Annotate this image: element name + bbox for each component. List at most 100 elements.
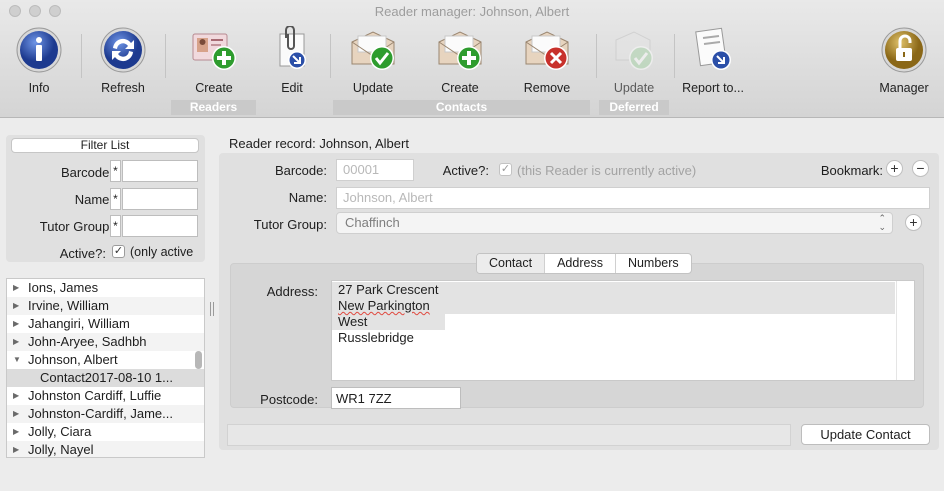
update-contact-button-main[interactable]: Update Contact <box>801 424 930 445</box>
envelope-add-icon <box>436 26 484 74</box>
disclosure-closed-icon[interactable]: ▶ <box>13 387 19 405</box>
report-document-icon <box>689 26 737 74</box>
list-scrollbar[interactable] <box>195 351 202 369</box>
reader-list-item[interactable]: ▶ Irvine, William <box>7 297 204 315</box>
window-toolbar-area: Reader manager: Johnson, Albert Info Ref… <box>0 0 944 118</box>
active-text: (this Reader is currently active) <box>517 163 697 178</box>
barcode-field[interactable]: 00001 <box>336 159 414 181</box>
list-item-label: Ions, James <box>28 280 99 295</box>
refresh-icon <box>99 26 147 74</box>
name-label: Name: <box>288 190 327 205</box>
contact-list-item[interactable]: Contact2017-08-10 1... <box>7 369 204 387</box>
bookmark-add-button[interactable]: + <box>886 160 903 177</box>
reader-list-item[interactable]: ▶ Jolly, Nayel <box>7 441 204 457</box>
filter-list-button[interactable]: Filter List <box>11 138 199 153</box>
filter-panel: Filter List Barcode: * Name: * Tutor Gro… <box>6 135 205 262</box>
filter-tutor-input[interactable] <box>122 215 198 237</box>
disclosure-closed-icon[interactable]: ▶ <box>13 315 19 333</box>
list-item-label: Irvine, William <box>28 298 109 313</box>
postcode-field[interactable]: WR1 7ZZ <box>331 387 461 409</box>
info-icon <box>15 26 63 74</box>
list-item-label: Jolly, Ciara <box>28 424 92 439</box>
address-textarea[interactable]: 27 Park Crescent New Parkington West Rus… <box>331 280 915 381</box>
disabled-check-icon <box>610 26 658 74</box>
address-scrollbar[interactable] <box>896 281 914 380</box>
list-item-label: Contact2017-08-10 1... <box>40 370 173 385</box>
tab-address[interactable]: Address <box>544 254 615 273</box>
disclosure-open-icon[interactable]: ▼ <box>13 351 21 369</box>
unlock-icon <box>880 26 928 74</box>
tab-contact[interactable]: Contact <box>477 254 545 273</box>
disclosure-closed-icon[interactable]: ▶ <box>13 333 19 351</box>
address-line: New Parkington <box>332 298 895 314</box>
filter-barcode-wildcard: * <box>110 160 121 182</box>
record-heading: Reader record: Johnson, Albert <box>229 136 409 151</box>
reader-list-item[interactable]: ▼ Johnson, Albert <box>7 351 204 369</box>
reader-list-item[interactable]: ▶ Ions, James <box>7 279 204 297</box>
deferred-group-label: Deferred <box>599 100 669 115</box>
reader-list-item[interactable]: ▶ Johnston-Cardiff, Jame... <box>7 405 204 423</box>
list-item-label: Jolly, Nayel <box>28 442 94 457</box>
envelope-remove-icon <box>523 26 571 74</box>
name-field[interactable]: Johnson, Albert <box>336 187 930 209</box>
id-card-add-icon <box>190 26 238 74</box>
title-bar: Reader manager: Johnson, Albert <box>0 0 944 22</box>
reader-list[interactable]: ▶ Ions, James ▶ Irvine, William ▶ Jahangiri, … <box>6 278 205 458</box>
filter-active-checkbox[interactable]: ✓ <box>112 245 125 258</box>
create-contact-button[interactable]: Create <box>420 26 500 96</box>
status-bar <box>227 424 791 446</box>
address-label: Address: <box>266 284 318 299</box>
filter-active-label: Active?: <box>59 246 106 261</box>
split-view-handle[interactable] <box>210 302 214 316</box>
contacts-group-label: Contacts <box>333 100 590 115</box>
reader-list-item[interactable]: ▶ Jahangiri, William <box>7 315 204 333</box>
update-deferred-button[interactable]: Update <box>594 26 674 96</box>
filter-tutor-label: Tutor Group: <box>39 219 113 234</box>
disclosure-closed-icon[interactable]: ▶ <box>13 405 19 423</box>
update-contact-button[interactable]: Update <box>333 26 413 96</box>
filter-name-label: Name: <box>74 192 113 207</box>
tutor-group-select[interactable]: Chaffinch ⌃ ⌄ <box>336 212 893 234</box>
list-item-label: John-Aryee, Sadhbh <box>28 334 147 349</box>
reader-list-item[interactable]: ▶ Jolly, Ciara <box>7 423 204 441</box>
refresh-button[interactable]: Refresh <box>83 26 163 96</box>
readers-group-label: Readers <box>171 100 256 115</box>
address-line: 27 Park Crescent <box>332 282 895 298</box>
filter-name-wildcard: * <box>110 188 121 210</box>
list-item-label: Johnston Cardiff, Luffie <box>28 388 162 403</box>
report-button[interactable]: Report to... <box>673 26 753 96</box>
chevron-updown-icon: ⌃ ⌄ <box>878 213 886 232</box>
reader-list-item[interactable]: ▶ John-Aryee, Sadhbh <box>7 333 204 351</box>
disclosure-closed-icon[interactable]: ▶ <box>13 279 19 297</box>
reader-list-item[interactable]: ▶ Johnston Cardiff, Luffie <box>7 387 204 405</box>
create-reader-button[interactable]: Create <box>174 26 254 96</box>
address-line: West Russlebridge <box>332 314 445 345</box>
active-checkbox[interactable]: ✓ <box>499 163 512 176</box>
window-title: Reader manager: Johnson, Albert <box>374 4 570 19</box>
disclosure-closed-icon[interactable]: ▶ <box>13 423 19 441</box>
filter-name-input[interactable] <box>122 188 198 210</box>
filter-active-text: (only active <box>130 245 194 259</box>
list-item-label: Jahangiri, William <box>28 316 130 331</box>
tutor-group-label: Tutor Group: <box>253 217 327 232</box>
list-item-label: Johnson, Albert <box>28 352 118 367</box>
filter-barcode-input[interactable] <box>122 160 198 182</box>
disclosure-closed-icon[interactable]: ▶ <box>13 297 19 315</box>
tutor-group-add-button[interactable]: + <box>905 214 922 231</box>
disclosure-closed-icon[interactable]: ▶ <box>13 441 19 457</box>
list-item-label: Johnston-Cardiff, Jame... <box>28 406 173 421</box>
tab-numbers[interactable]: Numbers <box>614 254 691 273</box>
filter-tutor-wildcard: * <box>110 215 121 237</box>
remove-contact-button[interactable]: Remove <box>507 26 587 96</box>
postcode-label: Postcode: <box>260 392 318 407</box>
paperclip-document-icon <box>268 25 316 74</box>
bookmark-remove-button[interactable]: − <box>912 160 929 177</box>
barcode-label: Barcode: <box>274 163 327 178</box>
active-label: Active?: <box>442 163 489 178</box>
info-button[interactable]: Info <box>0 26 79 96</box>
manager-button[interactable]: Manager <box>864 26 944 96</box>
filter-barcode-label: Barcode: <box>60 165 113 180</box>
envelope-check-icon <box>349 26 397 74</box>
edit-button[interactable]: Edit <box>252 25 332 96</box>
contact-tabs: Contact Address Numbers <box>476 253 692 274</box>
